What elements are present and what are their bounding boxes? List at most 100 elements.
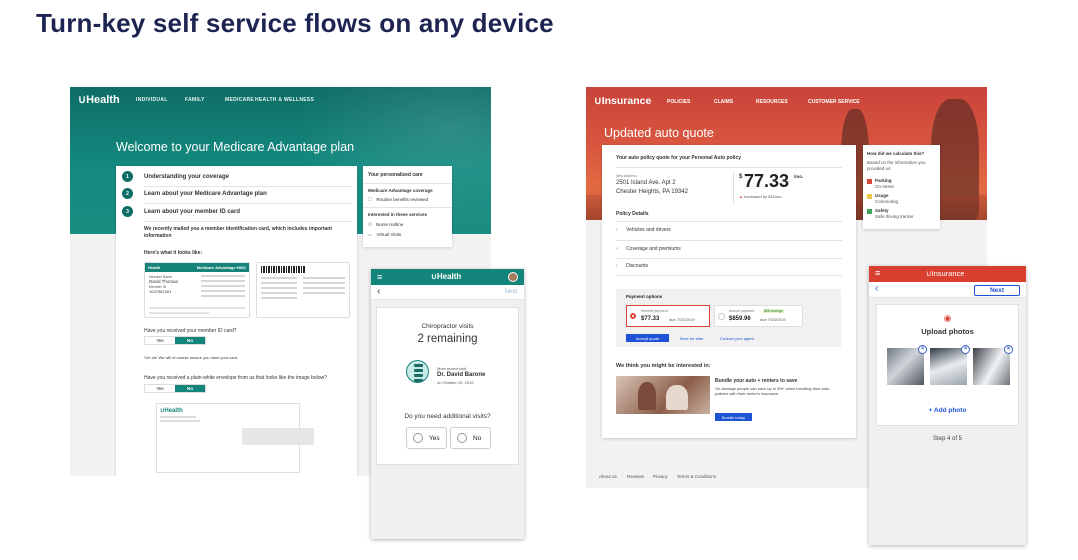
member-card-details	[201, 275, 245, 300]
no-option-selected[interactable]: No	[175, 385, 205, 392]
next-link[interactable]: Next	[505, 289, 517, 295]
doctor-name: Dr. David Barone	[437, 372, 486, 378]
no-option[interactable]: No	[450, 427, 491, 449]
insurance-logo-mark: ∪	[594, 95, 602, 107]
member-card-front: Health Medicare Advantage HMO Member Nam…	[144, 262, 250, 318]
nav-medicare[interactable]: MEDICARE	[225, 97, 254, 103]
row-vehicles-drivers[interactable]: › Vehicles and drivers	[616, 227, 671, 233]
next-button[interactable]: Next	[974, 285, 1020, 296]
back-chevron-icon[interactable]: ‹	[875, 283, 878, 294]
footer-about[interactable]: About us	[599, 474, 617, 479]
yes-option-label: Yes	[429, 434, 440, 442]
nav-individual[interactable]: INDIVIDUAL	[136, 97, 168, 103]
health-mobile-logo: ∪Health	[431, 272, 461, 281]
hamburger-icon[interactable]: ≡	[875, 269, 880, 278]
nav-health-wellness[interactable]: HEALTH & WELLNESS	[255, 97, 314, 103]
step-3-number: 3	[122, 206, 133, 217]
side-coverage-item: ☐ Routine benefits reviewed	[368, 197, 428, 203]
member-name-value: David Thomas	[149, 279, 178, 284]
factor-usage-swatch	[867, 194, 872, 199]
side-service-nurse[interactable]: ✆ Nurse Hotline	[368, 222, 403, 228]
row-coverage-premiums-label: Coverage and premiums	[626, 246, 681, 252]
nav-claims[interactable]: CLAIMS	[714, 99, 733, 105]
envelope-toggle: Yes No	[144, 384, 206, 393]
no-option-selected[interactable]: No	[175, 337, 205, 344]
calculation-card: How did we calculate this? Based on the …	[863, 145, 940, 229]
footer-reviews[interactable]: Reviews	[627, 474, 644, 479]
save-later-link[interactable]: Save for later	[674, 334, 709, 342]
quote-panel: Your auto policy quote for your Personal…	[602, 145, 856, 438]
visits-card: Chiropractor visits 2 remaining Most rec…	[376, 307, 519, 465]
step-1[interactable]: 1 Understanding your coverage	[122, 171, 229, 182]
photo-thumbnail[interactable]: ×	[973, 345, 1013, 385]
bundle-today-button[interactable]: Bundle today	[715, 413, 752, 421]
row-coverage-premiums[interactable]: › Coverage and premiums	[616, 246, 681, 252]
factor-parking-detail: On-street	[875, 184, 894, 189]
visit-date: on October 20, 2019	[437, 380, 474, 385]
side-service-nurse-label: Nurse Hotline	[376, 222, 404, 227]
member-id-value: 1037961301	[149, 289, 172, 294]
no-option-label: No	[473, 434, 482, 442]
upload-photos-card: ◉ Upload photos × × × + Add photo	[876, 304, 1019, 426]
camera-icon[interactable]: ◉	[877, 313, 1018, 324]
nav-resources[interactable]: RESOURCES	[756, 99, 788, 105]
additional-visits-question: Do you need additional visits?	[404, 413, 491, 420]
side-title: Your personalized care	[368, 172, 423, 178]
side-coverage: Medicare Advantage coverage	[368, 188, 433, 193]
health-logo[interactable]: ∪Health	[78, 93, 120, 106]
nav-customer-service[interactable]: CUSTOMER SERVICE	[808, 99, 860, 105]
monthly-label: Monthly payment	[641, 309, 668, 313]
remove-photo-icon[interactable]: ×	[1004, 345, 1013, 354]
yes-option[interactable]: Yes	[145, 385, 175, 392]
add-photo-button[interactable]: + Add photo	[877, 407, 1018, 414]
footer-terms[interactable]: Terms & Conditions	[677, 474, 716, 479]
hamburger-icon[interactable]: ≡	[377, 273, 382, 282]
nav-family[interactable]: FAMILY	[185, 97, 205, 103]
step-1-number: 1	[122, 171, 133, 182]
chevron-right-icon: ›	[616, 246, 618, 252]
photo-thumbnail[interactable]: ×	[887, 345, 927, 385]
insurance-logo[interactable]: ∪Insurance	[594, 95, 651, 107]
footer-privacy[interactable]: Privacy	[653, 474, 668, 479]
price-increase: ▲ Increased by $15/mo.	[739, 194, 783, 199]
yes-option[interactable]: Yes	[406, 427, 447, 449]
radio-icon	[718, 313, 725, 320]
nav-policies[interactable]: POLICIES	[667, 99, 690, 105]
monthly-payment-option[interactable]: Monthly payment $77.33 due 7/25/2019	[626, 305, 710, 327]
side-service-virtual-label: Virtual Visits	[376, 232, 402, 237]
yes-option[interactable]: Yes	[145, 337, 175, 344]
step-3[interactable]: 3 Learn about your member ID card	[122, 206, 240, 217]
remove-photo-icon[interactable]: ×	[961, 345, 970, 354]
page-headline: Turn-key self service flows on any devic…	[36, 8, 554, 38]
health-logo-text: Health	[86, 94, 120, 106]
photo-thumbnail[interactable]: ×	[930, 345, 970, 385]
calc-title: How did we calculate this?	[867, 151, 925, 156]
address-label: New Address	[616, 174, 637, 178]
radio-selected-icon	[630, 313, 636, 319]
visits-title: Chiropractor visits	[421, 323, 474, 330]
annual-due: due 7/25/2019	[760, 317, 786, 322]
avatar[interactable]	[508, 272, 518, 282]
back-chevron-icon[interactable]: ‹	[377, 286, 380, 297]
payment-heading: Payment options	[626, 294, 663, 299]
price-unit: /mo.	[794, 174, 804, 179]
member-card-back	[256, 262, 350, 318]
row-discounts[interactable]: › Discounts	[616, 263, 648, 269]
bundle-photo	[616, 376, 710, 414]
factor-usage: Usage	[875, 193, 889, 198]
envelope-logo-text: Health	[164, 408, 183, 414]
step-2-number: 2	[122, 188, 133, 199]
chevron-right-icon: ›	[616, 263, 618, 269]
factor-parking: Parking	[875, 178, 892, 183]
step-2[interactable]: 2 Learn about your Medicare Advantage pl…	[122, 188, 267, 199]
side-service-virtual[interactable]: ▭ Virtual Visits	[368, 232, 401, 238]
bundle-text: On average people can save up to 5%* whe…	[715, 386, 830, 396]
uh-oh-note: *Uh oh! We will of course ensure you hav…	[144, 355, 239, 360]
contact-agent-link[interactable]: Contact your agent	[713, 334, 761, 342]
accept-quote-button[interactable]: Accept quote	[626, 334, 669, 342]
annual-payment-option[interactable]: Annual payment $68 savings $859.96 due 7…	[714, 305, 803, 327]
insurance-page-title: Updated auto quote	[604, 126, 714, 140]
q-member-card: Have you received your member ID card?	[144, 328, 237, 334]
insurance-mobile-logo-text: Insurance	[931, 269, 965, 278]
remove-photo-icon[interactable]: ×	[918, 345, 927, 354]
